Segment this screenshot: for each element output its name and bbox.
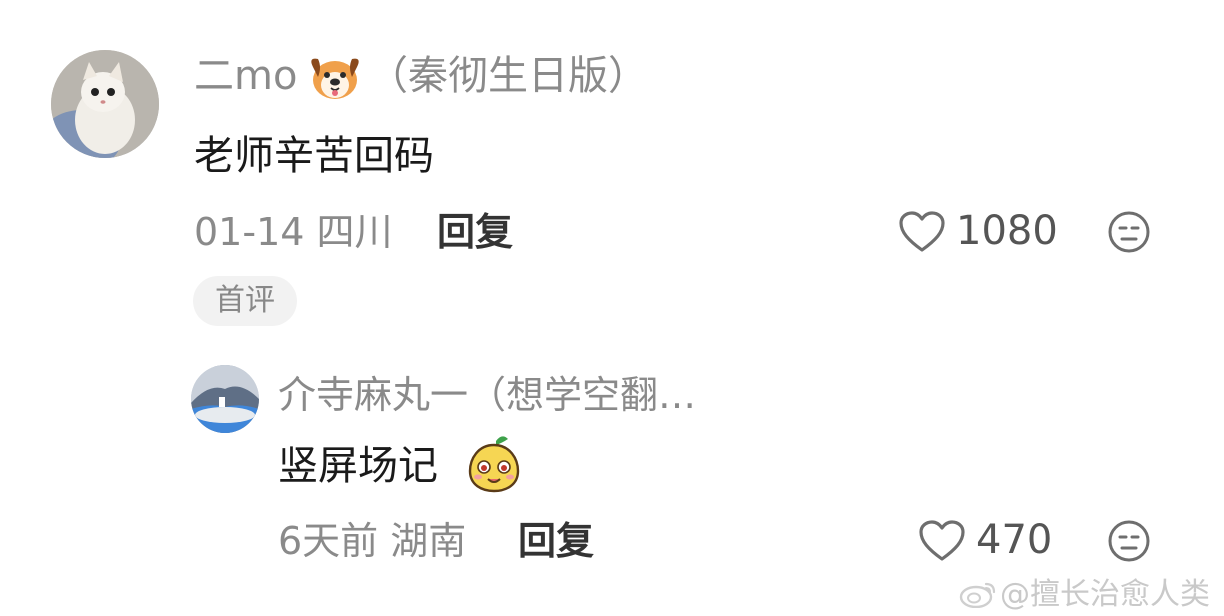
dog-face-icon [306,53,364,101]
reply-username[interactable]: 介寺麻丸一（想学空翻… [278,371,696,419]
cat-avatar-image [51,50,159,158]
like-count: 1080 [956,208,1058,254]
reply-button[interactable]: 回复 [437,209,513,255]
heart-icon[interactable] [898,210,946,254]
reply-avatar[interactable] [191,365,259,433]
comment-username-suffix: （秦彻生日版） [368,53,648,99]
comment-meta: 01-14 四川 [194,210,393,254]
reply-like-count: 470 [976,517,1053,563]
reply-text: 竖屏场记 [278,443,438,489]
first-comment-badge: 首评 [193,276,297,326]
username-text: 二mo [194,53,298,99]
reply-meta: 6天前 湖南 [278,519,467,563]
watermark-text: @擅长治愈人类 [1000,577,1210,612]
heart-icon[interactable] [918,519,966,563]
landscape-avatar-image [191,365,259,433]
fruit-face-icon [466,433,522,493]
reply-reply-button[interactable]: 回复 [518,518,594,564]
avatar[interactable] [51,50,159,158]
comment-username[interactable]: 二mo [194,52,297,100]
dislike-face-icon[interactable] [1107,210,1151,254]
weibo-icon [958,580,998,609]
comment-text: 老师辛苦回码 [194,133,434,179]
dislike-face-icon[interactable] [1107,519,1151,563]
